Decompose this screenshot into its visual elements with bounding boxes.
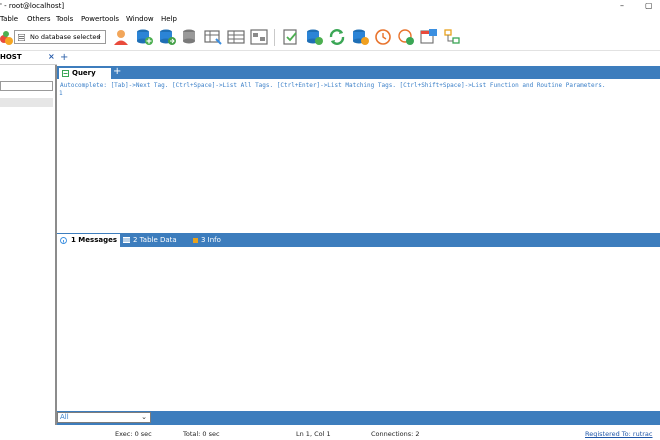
query-icon — [62, 70, 69, 77]
info-square-icon — [193, 238, 198, 243]
results-tab-strip: 1 Messages 2 Table Data 3 Info — [57, 233, 660, 247]
tab-query-label: Query — [72, 69, 96, 77]
result-filter-value: All — [60, 413, 69, 421]
minimize-button[interactable]: – — [620, 1, 624, 10]
chevron-down-icon: ⌄ — [141, 413, 147, 421]
scheduler-icon[interactable] — [374, 28, 392, 46]
object-browser-panel — [0, 65, 57, 425]
table-grid-icon[interactable] — [227, 28, 245, 46]
results-panel — [57, 247, 660, 410]
results-filter-bar: All ⌄ — [57, 411, 660, 425]
menu-others[interactable]: Others — [27, 15, 51, 23]
restore-button[interactable]: ▢ — [645, 1, 653, 10]
schema-designer-icon[interactable] — [443, 28, 461, 46]
result-filter-select[interactable]: All ⌄ — [57, 412, 151, 423]
menu-bar: Table Others Tools Powertools Window Hel… — [0, 12, 660, 25]
database-select[interactable]: No database selected ⌄ — [14, 30, 106, 44]
import-icon[interactable] — [282, 28, 300, 46]
status-total-time: Total: 0 sec — [183, 430, 220, 438]
window-title: ' - root@localhost] — [0, 2, 65, 10]
create-table-icon[interactable] — [181, 28, 199, 46]
object-browser-tab-label: HOST — [0, 53, 22, 61]
database-select-value: No database selected — [30, 33, 101, 41]
schema-icon[interactable] — [250, 28, 268, 46]
object-tree-selected-row[interactable] — [0, 98, 53, 107]
menu-window[interactable]: Window — [126, 15, 154, 23]
title-bar: ' - root@localhost] – ▢ — [0, 0, 660, 12]
add-query-tab-button[interactable]: + — [113, 66, 121, 78]
toolbar-separator — [274, 29, 275, 46]
menu-tools[interactable]: Tools — [56, 15, 73, 23]
sync-icon[interactable] — [328, 28, 346, 46]
tab-table-data[interactable]: 2 Table Data — [123, 236, 177, 244]
status-cursor-position: Ln 1, Col 1 — [296, 430, 331, 438]
tab-info[interactable]: 3 Info — [193, 236, 221, 244]
info-icon — [60, 237, 67, 244]
status-exec-time: Exec: 0 sec — [115, 430, 152, 438]
status-bar: Exec: 0 sec Total: 0 sec Ln 1, Col 1 Con… — [0, 427, 660, 440]
chevron-down-icon: ⌄ — [96, 32, 102, 40]
menu-powertools[interactable]: Powertools — [81, 15, 119, 23]
close-icon[interactable]: × — [48, 52, 55, 61]
tab-info-label: 3 Info — [201, 236, 221, 244]
query-tab-strip: Query + — [57, 66, 660, 79]
tab-table-data-label: 2 Table Data — [133, 236, 177, 244]
toolbar: No database selected ⌄ — [0, 25, 660, 51]
new-connection-icon[interactable] — [0, 28, 13, 46]
database-icon — [18, 34, 25, 41]
query-builder-icon[interactable] — [420, 28, 438, 46]
tab-messages-label: 1 Messages — [71, 236, 118, 244]
autocomplete-hint: Autocomplete: [Tab]->Next Tag. [Ctrl+Spa… — [60, 82, 606, 89]
copy-database-icon[interactable] — [158, 28, 176, 46]
query-editor[interactable]: Autocomplete: [Tab]->Next Tag. [Ctrl+Spa… — [57, 79, 660, 232]
restore-database-icon[interactable] — [351, 28, 369, 46]
object-browser-tab[interactable]: HOST × — [0, 52, 57, 65]
alter-table-icon[interactable] — [204, 28, 222, 46]
add-database-icon[interactable] — [135, 28, 153, 46]
run-job-icon[interactable] — [397, 28, 415, 46]
table-icon — [123, 237, 130, 243]
menu-table[interactable]: Table — [0, 15, 18, 23]
menu-help[interactable]: Help — [161, 15, 177, 23]
user-manager-icon[interactable] — [112, 28, 130, 46]
line-number: 1 — [59, 90, 63, 97]
add-connection-tab-button[interactable]: + — [60, 52, 68, 64]
object-filter-input[interactable] — [0, 81, 53, 91]
registered-link[interactable]: Registered To: rutrac — [585, 430, 652, 438]
backup-database-icon[interactable] — [305, 28, 323, 46]
status-connections: Connections: 2 — [371, 430, 420, 438]
tab-messages[interactable]: 1 Messages — [57, 234, 120, 247]
tab-query[interactable]: Query — [59, 68, 111, 79]
